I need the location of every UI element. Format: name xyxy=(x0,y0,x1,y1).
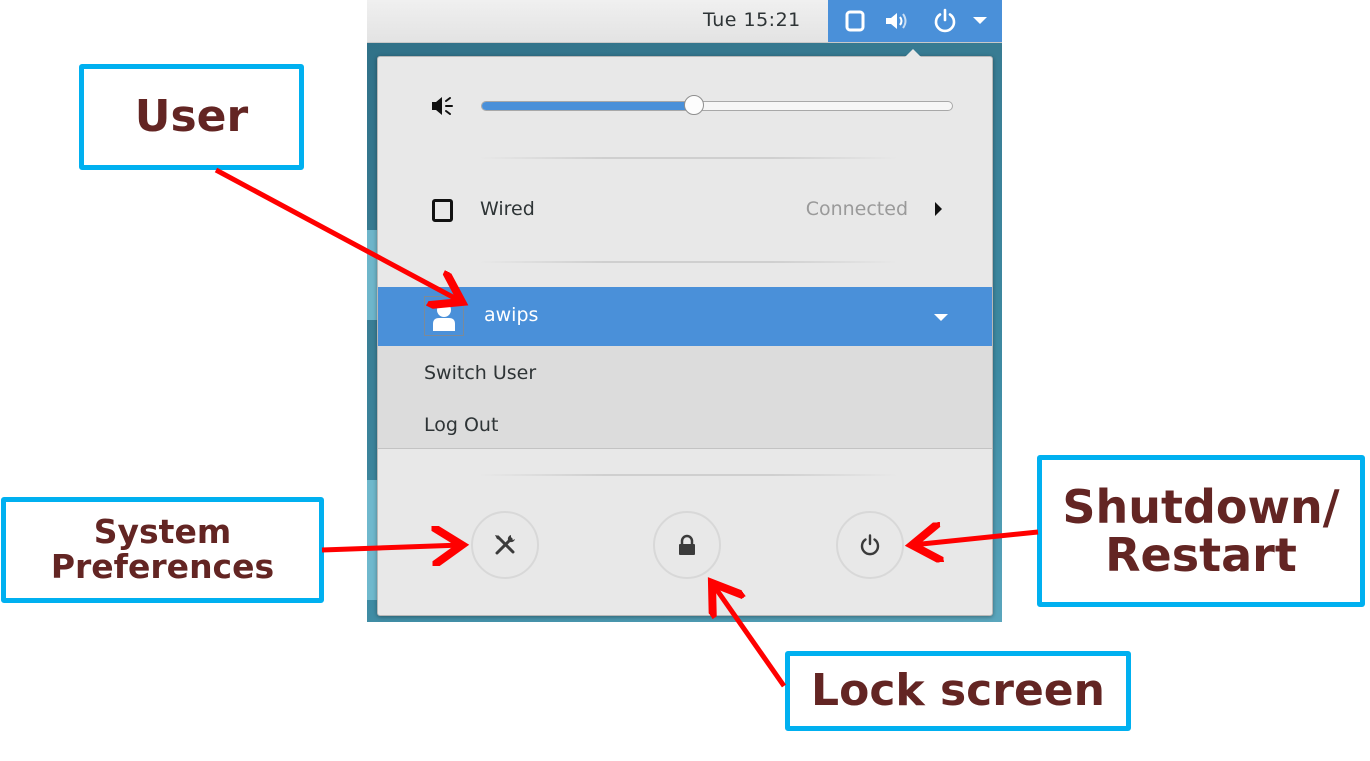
volume-icon xyxy=(884,10,910,36)
callout-system-preferences-line2: Preferences xyxy=(50,547,275,586)
speaker-icon[interactable] xyxy=(430,93,456,123)
callout-system-preferences-line1: System xyxy=(93,512,232,552)
separator xyxy=(478,157,898,159)
menu-pointer xyxy=(905,49,921,57)
lock-icon xyxy=(679,534,695,555)
lock-screen-button[interactable] xyxy=(653,511,721,579)
system-status-area[interactable] xyxy=(828,0,1002,42)
callout-lock-screen-text: Lock screen xyxy=(811,664,1105,716)
user-avatar-icon xyxy=(424,296,464,336)
callout-shutdown-restart: Shutdown/ Restart xyxy=(1037,455,1365,607)
user-submenu: Switch User Log Out xyxy=(378,346,992,449)
wired-status: Connected xyxy=(805,198,908,220)
desktop-wallpaper-streak xyxy=(367,480,377,600)
separator xyxy=(478,261,898,263)
power-icon xyxy=(860,534,880,556)
separator xyxy=(478,474,898,476)
callout-user: User xyxy=(79,64,304,170)
log-out-item[interactable]: Log Out xyxy=(424,414,498,436)
top-bar: Tue 15:21 xyxy=(367,0,1002,43)
callout-lock-screen: Lock screen xyxy=(785,651,1131,731)
wired-network-icon xyxy=(432,199,453,222)
volume-slider-fill xyxy=(482,102,694,110)
callout-shutdown-line1: Shutdown/ xyxy=(1062,479,1340,534)
desktop-screenshot: Tue 15:21 Wired Connected awips Switch U… xyxy=(367,0,1002,622)
power-off-button[interactable] xyxy=(836,511,904,579)
callout-system-preferences: System Preferences xyxy=(1,497,324,603)
callout-shutdown-line2: Restart xyxy=(1105,528,1297,582)
switch-user-item[interactable]: Switch User xyxy=(424,362,536,384)
dropdown-arrow-icon xyxy=(973,17,987,24)
callout-user-text: User xyxy=(134,90,249,142)
network-wired-icon xyxy=(844,10,866,36)
settings-tools-icon xyxy=(495,535,515,555)
volume-slider-handle[interactable] xyxy=(683,95,704,115)
clock[interactable]: Tue 15:21 xyxy=(703,9,801,31)
system-menu: Wired Connected awips Switch User Log Ou… xyxy=(377,49,993,616)
system-preferences-button[interactable] xyxy=(471,511,539,579)
user-menu-row[interactable]: awips xyxy=(378,287,992,346)
chevron-right-icon xyxy=(935,202,942,216)
wired-label: Wired xyxy=(480,198,535,220)
volume-slider[interactable] xyxy=(481,95,953,115)
user-name: awips xyxy=(484,304,539,326)
chevron-down-icon[interactable] xyxy=(934,314,948,321)
power-icon xyxy=(932,8,958,38)
